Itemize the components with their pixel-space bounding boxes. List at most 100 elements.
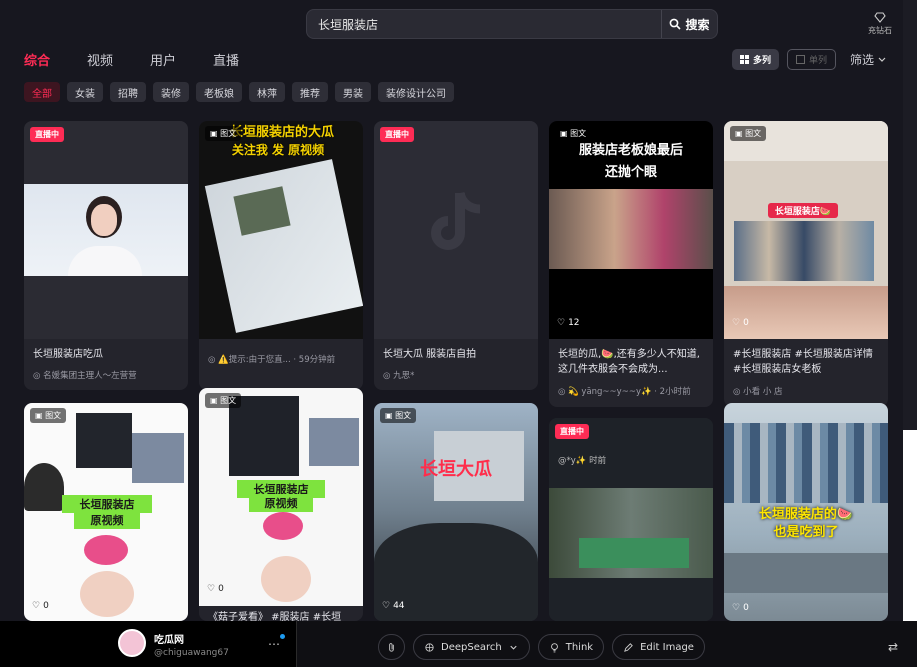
edit-image-button[interactable]: Edit Image bbox=[612, 634, 705, 660]
tab-users[interactable]: 用户 bbox=[150, 50, 176, 69]
chip-mens[interactable]: 男装 bbox=[335, 82, 371, 102]
heart-icon: ♡ bbox=[207, 584, 216, 594]
filter-button[interactable]: 筛选 bbox=[850, 51, 886, 68]
chip-decoration[interactable]: 装修 bbox=[153, 82, 189, 102]
card-author: ◎ 小看 小 店 bbox=[733, 387, 783, 397]
result-card[interactable]: 长垣服装店的大瓜 关注我 发 原视频 ▣ 图文 ◎ ⚠️提示:由于您直... ·… bbox=[199, 121, 363, 390]
deepsearch-label: DeepSearch bbox=[441, 641, 502, 653]
result-card[interactable]: 直播中 @*y✨ 时前 bbox=[549, 418, 713, 621]
chip-all[interactable]: 全部 bbox=[24, 82, 60, 102]
composer-tools: DeepSearch Think Edit Image bbox=[378, 634, 705, 660]
filter-label: 筛选 bbox=[850, 53, 875, 67]
result-card[interactable]: 直播中 长垣大瓜 服装店自拍 ◎ 九思* bbox=[374, 121, 538, 390]
card-thumbnail: 长垣服装店的大瓜 关注我 发 原视频 bbox=[199, 121, 363, 339]
live-badge: 直播中 bbox=[380, 127, 414, 142]
card-thumbnail: 服装店老板娘最后 还抛个眼 bbox=[549, 121, 713, 339]
heart-icon: ♡ bbox=[732, 318, 741, 328]
card-overlay-text: 原视频 bbox=[249, 494, 313, 512]
card-author: ◎ 💫 yāng~~y~~y✨ · 2小时前 bbox=[558, 387, 691, 397]
single-column-label: 单列 bbox=[809, 56, 828, 66]
card-title: #长垣服装店 #长垣服装店详情 #长垣服装店女老板 bbox=[733, 349, 873, 375]
chevron-down-icon bbox=[510, 645, 517, 650]
search-button[interactable]: 搜索 bbox=[661, 10, 717, 38]
profile-card[interactable]: 吃瓜网 @chiguawang67 ⋯ bbox=[0, 621, 297, 667]
lightbulb-icon bbox=[550, 642, 558, 652]
recharge-button[interactable]: 充钻石 bbox=[864, 11, 896, 36]
chip-womens[interactable]: 女装 bbox=[67, 82, 103, 102]
card-overlay-text: 长垣服装店🍉 bbox=[768, 203, 838, 218]
like-count: ♡ 0 bbox=[207, 584, 224, 594]
notification-dot bbox=[280, 634, 285, 639]
like-count: ♡ 0 bbox=[732, 318, 749, 328]
tiktok-logo-icon bbox=[431, 191, 481, 250]
search-arrows-icon bbox=[425, 642, 434, 652]
result-card[interactable]: 长垣服装店🍉 ▣ 图文 ♡ 0 #长垣服装店 #长垣服装店详情 #长垣服装店女老板… bbox=[724, 121, 888, 407]
search-input[interactable]: 长垣服装店 bbox=[307, 16, 661, 33]
card-overlay-text: 也是吃到了 bbox=[773, 525, 839, 540]
tab-live[interactable]: 直播 bbox=[213, 50, 239, 69]
card-thumbnail: 长垣大瓜 bbox=[374, 403, 538, 621]
card-title: 长垣服装店吃瓜 bbox=[33, 349, 103, 360]
card-overlay-text: 还抛个眼 bbox=[604, 165, 657, 180]
chip-linping[interactable]: 林萍 bbox=[249, 82, 285, 102]
card-overlay-text: 关注我 发 原视频 bbox=[231, 143, 325, 157]
live-badge: 直播中 bbox=[555, 424, 589, 439]
card-thumbnail bbox=[374, 121, 538, 339]
edit-image-label: Edit Image bbox=[640, 641, 694, 653]
card-overlay-text: 长垣服装店的🍉 bbox=[758, 507, 854, 522]
card-thumbnail: 长垣服装店 原视频 bbox=[24, 403, 188, 621]
card-thumbnail: 长垣服装店🍉 bbox=[724, 121, 888, 339]
post-badge: ▣ 图文 bbox=[555, 126, 592, 141]
heart-icon: ♡ bbox=[557, 318, 566, 328]
card-title: 长垣的瓜,🍉,还有多少人不知道,这几件衣服会不会成为... bbox=[558, 349, 700, 375]
search-icon bbox=[670, 18, 682, 30]
tab-comprehensive[interactable]: 综合 bbox=[24, 50, 50, 69]
multi-column-button[interactable]: 多列 bbox=[732, 49, 780, 70]
heart-icon: ♡ bbox=[32, 601, 41, 611]
result-card[interactable]: 服装店老板娘最后 还抛个眼 ▣ 图文 ♡ 12 长垣的瓜,🍉,还有多少人不知道,这… bbox=[549, 121, 713, 407]
card-meta: @*y✨ 时前 bbox=[558, 456, 607, 466]
card-meta: ◎ ⚠️提示:由于您直... · 59分钟前 bbox=[208, 355, 336, 365]
single-column-button[interactable]: 单列 bbox=[787, 49, 837, 70]
search-button-label: 搜索 bbox=[685, 17, 710, 32]
pencil-icon bbox=[624, 642, 633, 652]
filter-chips: 全部 女装 招聘 装修 老板娘 林萍 推荐 男装 装修设计公司 bbox=[24, 82, 454, 102]
result-card[interactable]: 长垣服装店的🍉 也是吃到了 ♡ 0 bbox=[724, 403, 888, 621]
recharge-label: 充钻石 bbox=[868, 26, 892, 35]
like-count: ♡ 12 bbox=[557, 318, 580, 328]
swap-icon[interactable]: ⇄ bbox=[880, 636, 906, 658]
grid-icon bbox=[740, 55, 749, 64]
paperclip-icon bbox=[389, 642, 394, 652]
result-card[interactable]: 长垣服装店 原视频 ▣ 图文 ♡ 0 bbox=[24, 403, 188, 621]
card-overlay-text: 长垣大瓜 bbox=[420, 459, 492, 480]
view-controls: 多列 单列 筛选 bbox=[732, 49, 886, 70]
chip-design-company[interactable]: 装修设计公司 bbox=[378, 82, 454, 102]
tab-videos[interactable]: 视频 bbox=[87, 50, 113, 69]
profile-handle: @chiguawang67 bbox=[154, 648, 229, 658]
chip-recommended[interactable]: 推荐 bbox=[292, 82, 328, 102]
card-title: 《菇子爱看》 #服装店 #长垣 bbox=[208, 612, 342, 621]
result-card[interactable]: 长垣服装店 原视频 ▣ 图文 ♡ 0 《菇子爱看》 #服装店 #长垣 bbox=[199, 388, 363, 621]
more-options-icon[interactable]: ⋯ bbox=[268, 637, 280, 651]
card-thumbnail: 长垣服装店的🍉 也是吃到了 bbox=[724, 403, 888, 621]
result-card[interactable]: 直播中 长垣服装店吃瓜 ◎ 名媛集团主理人～左营营 bbox=[24, 121, 188, 390]
deepsearch-button[interactable]: DeepSearch bbox=[413, 634, 530, 660]
attach-button[interactable] bbox=[378, 634, 405, 660]
post-badge: ▣ 图文 bbox=[30, 408, 67, 423]
profile-name: 吃瓜网 bbox=[154, 635, 184, 646]
chip-boss-lady[interactable]: 老板娘 bbox=[196, 82, 242, 102]
chevron-down-icon bbox=[878, 57, 886, 62]
chip-hiring[interactable]: 招聘 bbox=[110, 82, 146, 102]
post-badge: ▣ 图文 bbox=[205, 126, 242, 141]
search-bar[interactable]: 长垣服装店 搜索 bbox=[306, 9, 718, 39]
category-tabs: 综合 视频 用户 直播 bbox=[24, 50, 276, 69]
heart-icon: ♡ bbox=[732, 603, 741, 613]
result-card[interactable]: 长垣大瓜 ▣ 图文 ♡ 44 bbox=[374, 403, 538, 621]
like-count: ♡ 0 bbox=[732, 603, 749, 613]
like-count: ♡ 0 bbox=[32, 601, 49, 611]
think-button[interactable]: Think bbox=[537, 634, 605, 660]
card-author: ◎ 九思* bbox=[383, 371, 415, 381]
card-thumbnail: 长垣服装店 原视频 bbox=[199, 388, 363, 606]
avatar[interactable] bbox=[118, 629, 146, 657]
heart-icon: ♡ bbox=[382, 601, 391, 611]
